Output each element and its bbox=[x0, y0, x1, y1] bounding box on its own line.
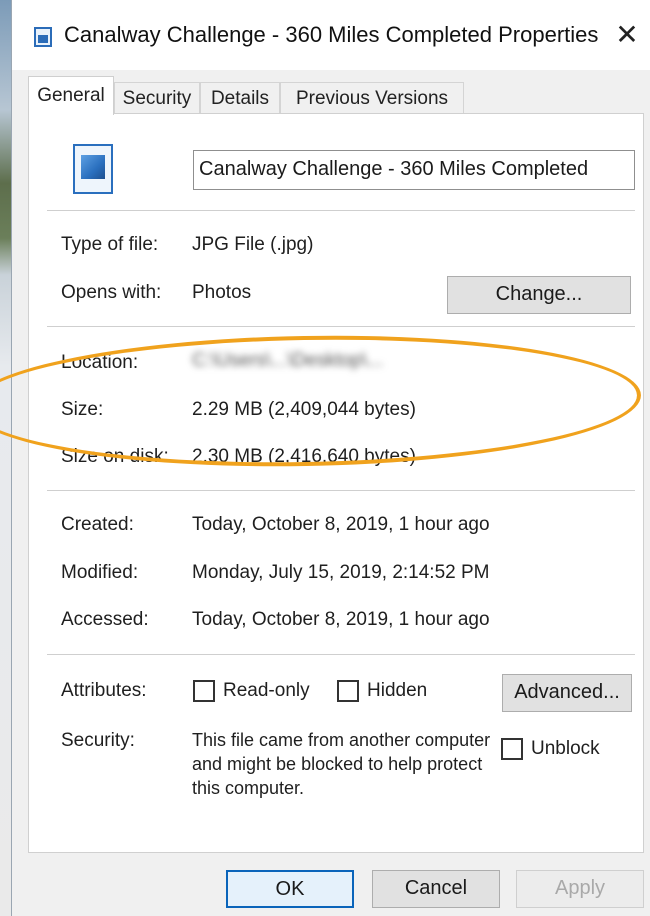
security-label: Security: bbox=[61, 730, 135, 751]
accessed-label: Accessed: bbox=[61, 609, 149, 630]
size-on-disk-label: Size on disk: bbox=[61, 446, 169, 467]
unblock-label[interactable]: Unblock bbox=[531, 738, 600, 760]
tab-previous-versions[interactable]: Previous Versions bbox=[280, 82, 464, 114]
attributes-label: Attributes: bbox=[61, 680, 147, 701]
cancel-button[interactable]: Cancel bbox=[372, 870, 500, 908]
file-name-field[interactable]: Canalway Challenge - 360 Miles Completed bbox=[193, 150, 635, 190]
apply-button[interactable]: Apply bbox=[516, 870, 644, 908]
opens-with-label: Opens with: bbox=[61, 282, 162, 303]
divider bbox=[47, 654, 635, 655]
read-only-checkbox[interactable] bbox=[193, 680, 215, 702]
security-message: This file came from another computer and… bbox=[192, 730, 491, 798]
hidden-checkbox[interactable] bbox=[337, 680, 359, 702]
image-file-icon bbox=[73, 144, 113, 194]
modified-label: Modified: bbox=[61, 562, 139, 583]
location-value: C:\Users\...\Desktop\... bbox=[192, 350, 384, 371]
divider bbox=[47, 210, 635, 211]
properties-dialog: Canalway Challenge - 360 Miles Completed… bbox=[0, 0, 650, 916]
location-label: Location: bbox=[61, 352, 139, 373]
size-on-disk-value: 2.30 MB (2,416,640 bytes) bbox=[192, 446, 416, 467]
created-value: Today, October 8, 2019, 1 hour ago bbox=[192, 514, 490, 535]
type-of-file-value: JPG File (.jpg) bbox=[192, 234, 314, 255]
opens-with-value: Photos bbox=[192, 282, 252, 303]
image-file-icon bbox=[34, 27, 52, 47]
divider bbox=[47, 326, 635, 327]
close-button[interactable]: ✕ bbox=[610, 18, 644, 52]
tab-general[interactable]: General bbox=[28, 76, 114, 115]
advanced-button[interactable]: Advanced... bbox=[502, 674, 632, 712]
hidden-label[interactable]: Hidden bbox=[367, 680, 427, 702]
accessed-value: Today, October 8, 2019, 1 hour ago bbox=[192, 609, 490, 630]
window-title: Canalway Challenge - 360 Miles Completed… bbox=[64, 22, 599, 47]
general-tab-panel: Canalway Challenge - 360 Miles Completed… bbox=[0, 113, 644, 853]
change-button[interactable]: Change... bbox=[447, 276, 631, 314]
modified-value: Monday, July 15, 2019, 2:14:52 PM bbox=[192, 562, 490, 583]
tab-details[interactable]: Details bbox=[200, 82, 280, 114]
ok-button[interactable]: OK bbox=[226, 870, 354, 908]
size-label: Size: bbox=[61, 399, 104, 420]
desktop-background bbox=[0, 0, 12, 916]
read-only-label[interactable]: Read-only bbox=[223, 680, 310, 702]
divider bbox=[47, 490, 635, 491]
title-bar: Canalway Challenge - 360 Miles Completed… bbox=[12, 0, 650, 70]
created-label: Created: bbox=[61, 514, 134, 535]
size-value: 2.29 MB (2,409,044 bytes) bbox=[192, 399, 416, 420]
type-of-file-label: Type of file: bbox=[61, 234, 159, 255]
unblock-checkbox[interactable] bbox=[501, 738, 523, 760]
tab-security[interactable]: Security bbox=[114, 82, 200, 114]
